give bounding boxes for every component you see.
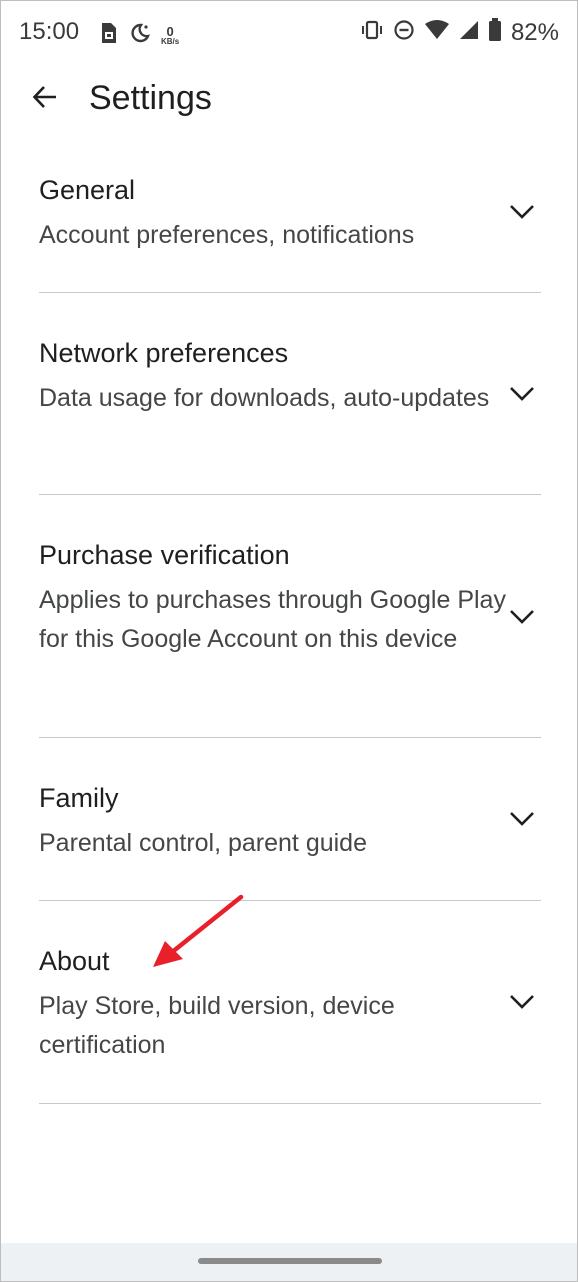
- divider: [39, 292, 541, 293]
- section-title: Family: [39, 783, 119, 813]
- settings-section-purchase-verification[interactable]: Purchase verification Applies to purchas…: [39, 538, 541, 728]
- section-title: General: [39, 175, 136, 205]
- status-time: 15:00: [19, 18, 80, 45]
- gesture-handle[interactable]: [198, 1258, 382, 1264]
- section-title: Purchase verification: [39, 540, 290, 570]
- section-subtitle: Parental control, parent guide: [39, 829, 367, 857]
- dnd-minus-icon: [393, 19, 415, 46]
- wifi-icon: [424, 19, 450, 46]
- chevron-down-icon: [507, 804, 537, 834]
- vibrate-icon: [360, 19, 384, 46]
- section-subtitle: Account preferences, notifications: [39, 221, 415, 249]
- section-title: About: [39, 946, 110, 976]
- arrow-left-icon: [31, 83, 59, 116]
- back-button[interactable]: [23, 77, 67, 121]
- divider: [39, 900, 541, 901]
- divider: [39, 1103, 541, 1104]
- section-subtitle: Play Store, build version, device certif…: [39, 992, 395, 1059]
- do-not-disturb-moon-icon: [129, 22, 151, 49]
- section-subtitle: Data usage for downloads, auto-updates: [39, 384, 490, 412]
- chevron-down-icon: [507, 379, 537, 409]
- status-left-icons: 0 KB/s: [97, 21, 179, 50]
- section-title: Network preferences: [39, 338, 289, 368]
- section-subtitle: Applies to purchases through Google Play…: [39, 586, 506, 653]
- settings-section-about[interactable]: About Play Store, build version, device …: [39, 944, 541, 1094]
- status-right-icons: 82%: [360, 18, 559, 47]
- status-bar: 15:00 0 KB/s 82%: [1, 1, 577, 65]
- settings-section-network-preferences[interactable]: Network preferences Data usage for downl…: [39, 336, 541, 486]
- settings-section-general[interactable]: General Account preferences, notificatio…: [39, 173, 541, 283]
- page-title: Settings: [89, 79, 212, 117]
- net-speed-unit: KB/s: [161, 37, 180, 46]
- navigation-bar: [1, 1243, 577, 1281]
- battery-percent: 82%: [510, 18, 559, 46]
- settings-section-family[interactable]: Family Parental control, parent guide: [39, 781, 541, 891]
- cell-signal-icon: [459, 19, 479, 46]
- divider: [39, 737, 541, 738]
- net-speed-indicator: 0 KB/s: [161, 25, 179, 46]
- chevron-down-icon: [507, 197, 537, 227]
- sim-card-icon: [97, 21, 119, 50]
- screen: 15:00 0 KB/s 82% Settings General Accoun…: [0, 0, 578, 1282]
- divider: [39, 494, 541, 495]
- chevron-down-icon: [507, 602, 537, 632]
- chevron-down-icon: [507, 987, 537, 1017]
- app-bar: Settings: [1, 65, 577, 129]
- battery-icon: [488, 18, 502, 47]
